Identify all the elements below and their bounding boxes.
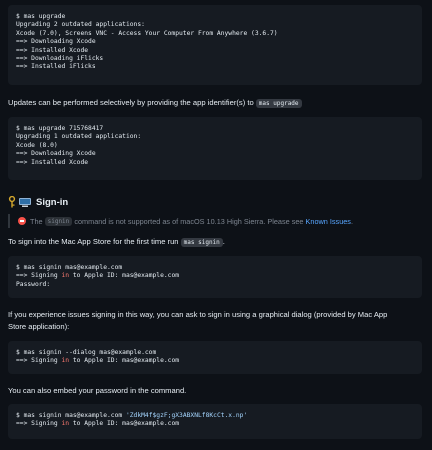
no-entry-icon: [18, 217, 26, 225]
code-token: $ mas signin mas@example.com: [16, 412, 126, 419]
note-text-before: The: [30, 216, 43, 226]
paragraph-end: .: [222, 237, 225, 246]
code-block-upgrade-one[interactable]: $ mas upgrade 715768417 Upgrading 1 outda…: [8, 117, 422, 180]
code-token: to Apple ID: mas@example.com: [69, 357, 180, 365]
section-heading-title: Sign-in: [36, 196, 69, 208]
paragraph-text: You can also embed your password in the …: [8, 386, 187, 395]
code-line: ==> Installed Xcode: [16, 158, 89, 166]
code-content: $ mas signin --dialog mas@example.com ==>…: [8, 341, 422, 366]
code-keyword: in: [61, 420, 70, 428]
inline-code-mas-upgrade: mas upgrade: [255, 99, 302, 108]
known-issues-link[interactable]: Known Issues: [306, 217, 351, 226]
code-line: $ mas upgrade 715768417: [16, 125, 104, 132]
paragraph-embed-password: You can also embed your password in the …: [8, 385, 186, 397]
code-token: ==> Signing: [16, 357, 62, 365]
code-content: $ mas signin mas@example.com ==> Signing …: [8, 256, 422, 289]
code-keyword: in: [61, 272, 70, 280]
code-line: Upgrading 1 outdated application:: [16, 133, 142, 141]
code-line: ==> Downloading iFlicks: [16, 54, 104, 62]
code-token: ==> Signing: [16, 272, 62, 280]
code-keyword: in: [61, 357, 70, 365]
paragraph-signin-dialog: If you experience issues signing in this…: [8, 309, 387, 333]
code-string: 'ZdkM4f$gzF;gX3ABXNLf8KcCt.x.np': [125, 412, 248, 419]
code-line: ==> Signing in to Apple ID: mas@example.…: [16, 272, 422, 280]
inline-code-mas-signin: mas signin: [180, 238, 223, 247]
code-line: $ mas upgrade: [16, 13, 66, 20]
code-token: to Apple ID: mas@example.com: [69, 272, 180, 280]
code-line: Upgrading 2 outdated applications:: [16, 21, 145, 29]
code-line: ==> Installed iFlicks: [16, 63, 96, 71]
code-content: $ mas upgrade Upgrading 2 outdated applic…: [8, 5, 422, 72]
paragraph-text: To sign into the Mac App Store for the f…: [8, 237, 179, 246]
code-line: ==> Signing in to Apple ID: mas@example.…: [16, 420, 422, 428]
code-line: ==> Signing in to Apple ID: mas@example.…: [16, 357, 422, 365]
paragraph-line: Store application):: [8, 322, 70, 331]
code-block-signin[interactable]: $ mas signin mas@example.com ==> Signing …: [8, 256, 422, 298]
code-line: ==> Installed Xcode: [16, 46, 89, 54]
code-token: to Apple ID: mas@example.com: [69, 420, 180, 428]
section-heading-signin: Sign-in: [8, 195, 68, 209]
note-end: .: [350, 216, 353, 226]
paragraph-line: If you experience issues signing in this…: [8, 310, 388, 319]
paragraph-selective-upgrade: Updates can be performed selectively by …: [8, 97, 302, 110]
computer-icon: [18, 196, 32, 208]
note-text-after: command is not supported as of macOS 10.…: [74, 216, 304, 226]
readme-page: $ mas upgrade Upgrading 2 outdated applic…: [0, 0, 432, 450]
code-line: Xcode (7.0), Screens VNC - Access Your C…: [16, 29, 278, 37]
code-line: $ mas signin --dialog mas@example.com: [16, 349, 157, 356]
paragraph-text: Updates can be performed selectively by …: [8, 98, 254, 107]
code-line: ==> Downloading Xcode: [16, 150, 96, 158]
code-block-signin-dialog[interactable]: $ mas signin --dialog mas@example.com ==>…: [8, 341, 422, 374]
code-content: $ mas upgrade 715768417 Upgrading 1 outda…: [8, 117, 422, 167]
code-line: Xcode (8.0): [16, 141, 58, 149]
code-line: $ mas signin mas@example.com: [16, 264, 123, 271]
code-block-signin-password[interactable]: $ mas signin mas@example.com 'ZdkM4f$gzF…: [8, 404, 422, 439]
code-line: $ mas signin mas@example.com 'ZdkM4f$gzF…: [16, 412, 422, 420]
inline-code-signin: signin: [44, 216, 73, 226]
code-token: ==> Signing: [16, 420, 62, 428]
paragraph-first-signin: To sign into the Mac App Store for the f…: [8, 236, 225, 249]
code-block-upgrade-all[interactable]: $ mas upgrade Upgrading 2 outdated applic…: [8, 5, 422, 85]
code-line: ==> Downloading Xcode: [16, 38, 96, 46]
code-line: Password:: [16, 280, 51, 288]
signin-warning-note: The signin command is not supported as o…: [8, 214, 422, 228]
code-content: $ mas signin mas@example.com 'ZdkM4f$gzF…: [8, 404, 422, 429]
